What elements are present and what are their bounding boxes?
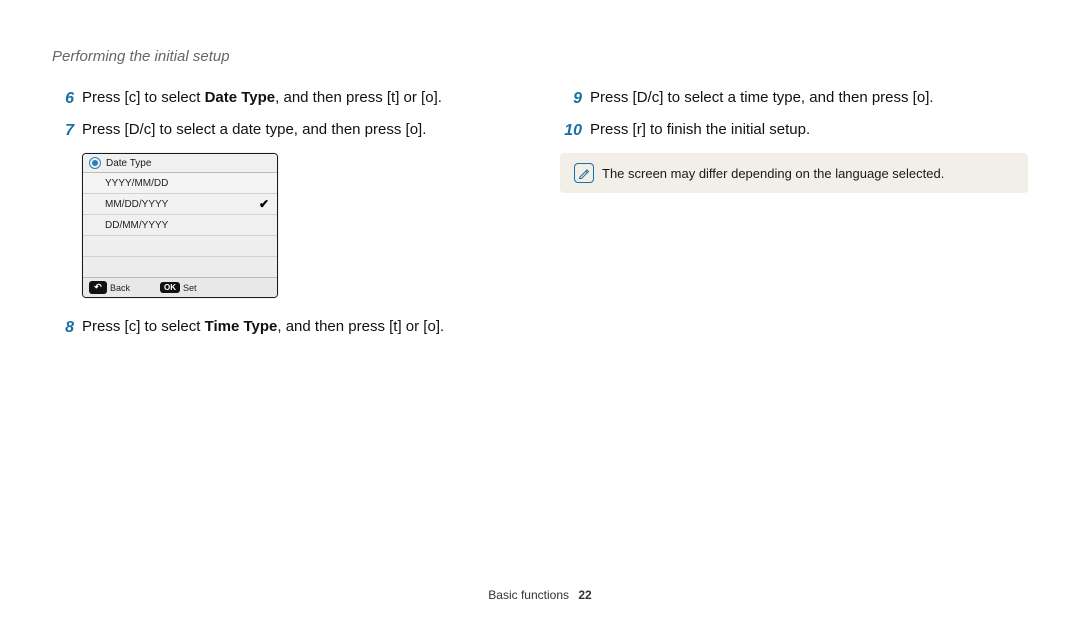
screen-header: Date Type [83,154,277,173]
page-footer: Basic functions 22 [0,588,1080,602]
step-number: 6 [52,87,74,111]
step-text: Press [c] to select Time Type, and then … [82,316,520,339]
left-column: 6 Press [c] to select Date Type, and the… [52,87,520,348]
step-text: Press [c] to select Date Type, and then … [82,87,520,110]
footer-page-number: 22 [578,588,591,602]
ok-icon: OK [160,282,180,293]
right-column: 9 Press [D/c] to select a time type, and… [560,87,1028,348]
screen-title: Date Type [106,158,151,169]
step-7: 7 Press [D/c] to select a date type, and… [52,119,520,143]
button-ref: o [917,87,925,110]
screen-option-list: YYYY/MM/DD MM/DD/YYYY ✔ DD/MM/YYYY [83,173,277,277]
step-text: Press [D/c] to select a date type, and t… [82,119,520,142]
step-10: 10 Press [r] to finish the initial setup… [560,119,1028,143]
back-icon: ↶ [89,281,107,294]
set-button-indicator: OK Set [160,282,197,293]
step-text: Press [D/c] to select a time type, and t… [590,87,1028,110]
note-icon [574,163,594,183]
button-ref: o [427,316,435,339]
button-ref: D [637,87,648,110]
step-9: 9 Press [D/c] to select a time type, and… [560,87,1028,111]
note-text: The screen may differ depending on the l… [602,166,944,181]
step-number: 10 [560,119,582,143]
screen-option-row-empty [83,236,277,257]
button-ref: o [425,87,433,110]
step-text: Press [r] to finish the initial setup. [590,119,1028,142]
step-number: 7 [52,119,74,143]
check-icon: ✔ [259,197,269,211]
note-box: The screen may differ depending on the l… [560,153,1028,193]
button-ref: o [410,119,418,142]
target-icon [89,157,101,169]
screen-footer: ↶ Back OK Set [83,277,277,297]
page-title: Performing the initial setup [52,48,1028,65]
screen-option-row: YYYY/MM/DD [83,173,277,194]
step-number: 9 [560,87,582,111]
screen-option-row-empty [83,257,277,277]
step-number: 8 [52,316,74,340]
back-button-indicator: ↶ Back [89,281,130,294]
step-6: 6 Press [c] to select Date Type, and the… [52,87,520,111]
footer-section: Basic functions [488,588,569,602]
button-ref: D [129,119,140,142]
screen-option-row: MM/DD/YYYY ✔ [83,194,277,215]
camera-screen-mockup: Date Type YYYY/MM/DD MM/DD/YYYY ✔ DD/MM/… [82,153,278,298]
screen-option-row: DD/MM/YYYY [83,215,277,236]
step-8: 8 Press [c] to select Time Type, and the… [52,316,520,340]
